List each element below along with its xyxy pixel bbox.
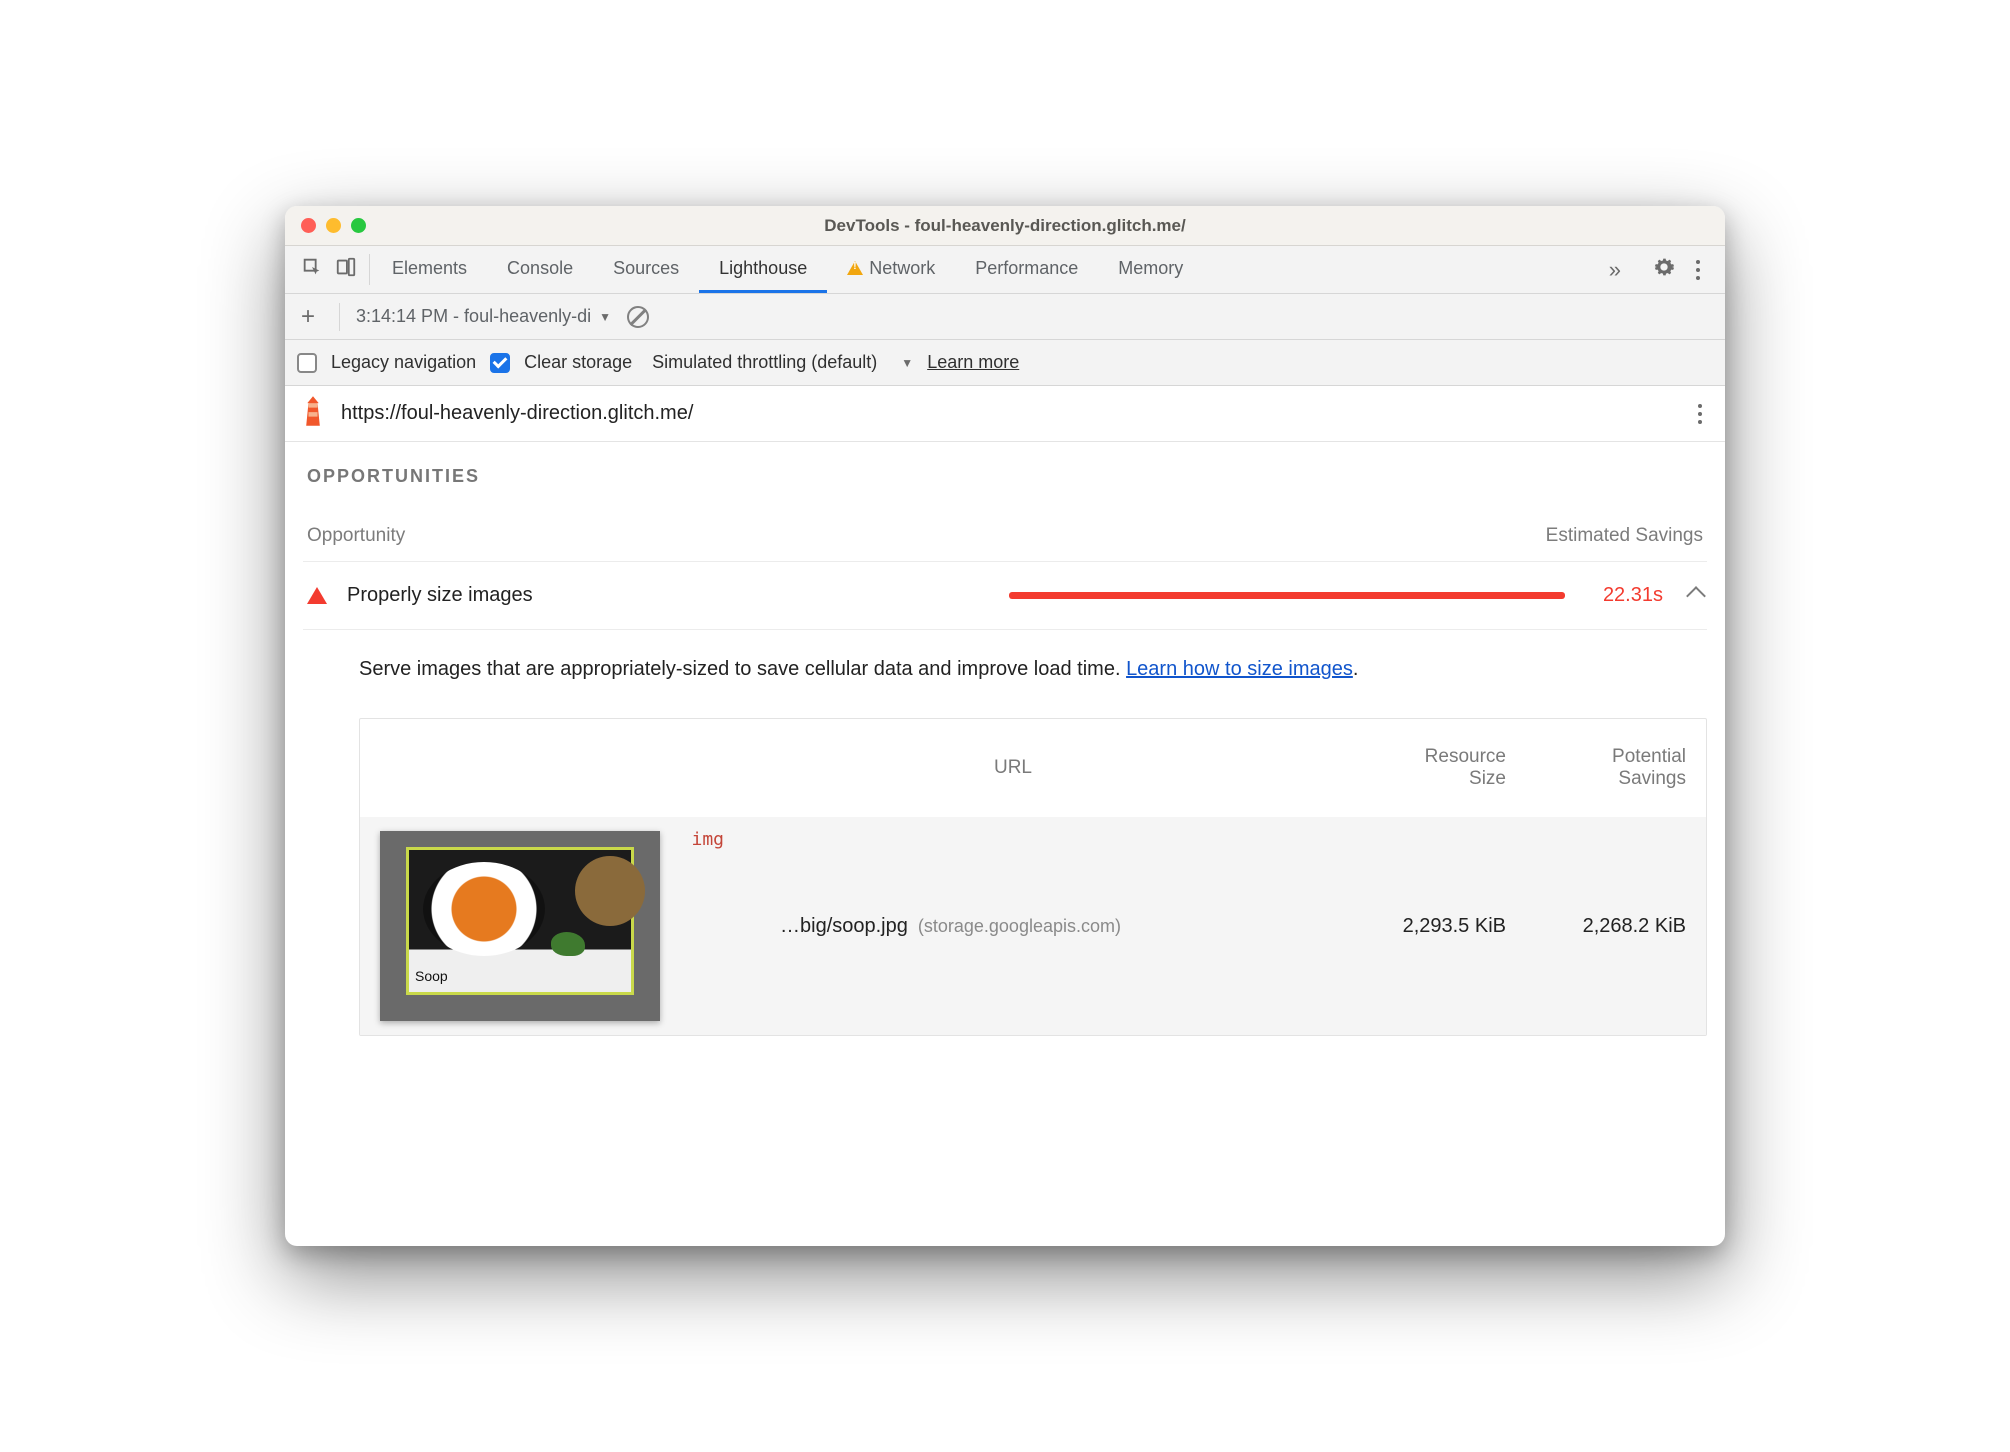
lighthouse-icon <box>299 394 327 433</box>
tab-label: Memory <box>1118 258 1183 279</box>
opportunities-heading: OPPORTUNITIES <box>303 456 1707 511</box>
report-url-bar: https://foul-heavenly-direction.glitch.m… <box>285 386 1725 442</box>
url-column-header: URL <box>680 747 1346 789</box>
savings-column-label: Estimated Savings <box>1546 525 1703 547</box>
tab-console[interactable]: Console <box>487 246 593 293</box>
divider <box>369 254 370 285</box>
resource-size-value: 2,293.5 KiB <box>1346 915 1526 938</box>
lighthouse-options: Legacy navigation Clear storage Simulate… <box>285 340 1725 386</box>
clear-icon <box>627 306 649 328</box>
header-line: Size <box>1366 768 1506 790</box>
tab-label: Elements <box>392 258 467 279</box>
thumbnail-content <box>575 856 645 926</box>
header-line: Savings <box>1546 768 1686 790</box>
thumbnail-caption: Soop <box>415 968 448 984</box>
resource-size-column-header: Resource Size <box>1346 736 1526 800</box>
throttling-dropdown[interactable]: ▼ <box>901 356 913 370</box>
element-highlight: Soop <box>406 847 634 995</box>
settings-icon[interactable] <box>1653 256 1675 283</box>
tab-performance[interactable]: Performance <box>955 246 1098 293</box>
tab-elements[interactable]: Elements <box>372 246 487 293</box>
tab-label: Network <box>869 258 935 279</box>
chevron-up-icon <box>1686 586 1706 606</box>
tab-network[interactable]: Network <box>827 246 955 293</box>
tab-sources[interactable]: Sources <box>593 246 699 293</box>
window-title: DevTools - foul-heavenly-direction.glitc… <box>285 216 1725 236</box>
thumbnail-cell: Soop img <box>360 831 680 1021</box>
opportunity-column-label: Opportunity <box>307 525 405 547</box>
report-menu-icon[interactable] <box>1689 404 1711 424</box>
legacy-navigation-checkbox[interactable] <box>297 353 317 373</box>
devtools-window: DevTools - foul-heavenly-direction.glitc… <box>285 206 1725 1246</box>
savings-time-value: 22.31s <box>1603 584 1663 607</box>
dropdown-arrow-icon: ▼ <box>599 310 611 324</box>
potential-savings-value: 2,268.2 KiB <box>1526 915 1706 938</box>
savings-bar <box>1009 592 1565 599</box>
learn-how-link[interactable]: Learn how to size images <box>1126 658 1353 680</box>
inspect-element-icon[interactable] <box>301 256 323 283</box>
opportunity-table: URL Resource Size Potential Savings <box>359 718 1707 1036</box>
more-menu-icon[interactable] <box>1687 260 1709 280</box>
header-line: Resource <box>1366 746 1506 768</box>
opportunity-properly-size-images[interactable]: Properly size images 22.31s <box>303 561 1707 630</box>
new-report-button[interactable]: + <box>293 302 323 332</box>
titlebar: DevTools - foul-heavenly-direction.glitc… <box>285 206 1725 246</box>
clear-storage-label: Clear storage <box>524 352 632 373</box>
throttling-label: Simulated throttling (default) <box>652 352 877 373</box>
table-row: Soop img …big/soop.jpg (storage.googleap… <box>360 817 1706 1035</box>
tab-label: Lighthouse <box>719 258 807 279</box>
thumbnail-content <box>551 932 585 956</box>
opportunity-description: Serve images that are appropriately-size… <box>303 630 1707 708</box>
panel-tabs: Elements Console Sources Lighthouse Netw… <box>372 246 1203 293</box>
warning-icon <box>847 261 863 275</box>
description-text: Serve images that are appropriately-size… <box>359 658 1126 680</box>
report-select[interactable]: 3:14:14 PM - foul-heavenly-di ▼ <box>356 306 611 327</box>
resource-host: (storage.googleapis.com) <box>918 916 1121 937</box>
potential-savings-column-header: Potential Savings <box>1526 736 1706 800</box>
more-tabs-icon[interactable]: » <box>1609 257 1616 283</box>
lighthouse-toolbar: + 3:14:14 PM - foul-heavenly-di ▼ <box>285 294 1725 340</box>
devtools-tabbar: Elements Console Sources Lighthouse Netw… <box>285 246 1725 294</box>
description-period: . <box>1353 658 1359 680</box>
tab-label: Sources <box>613 258 679 279</box>
report-url-text: https://foul-heavenly-direction.glitch.m… <box>341 402 1675 425</box>
legacy-navigation-label: Legacy navigation <box>331 352 476 373</box>
report-body: OPPORTUNITIES Opportunity Estimated Savi… <box>285 442 1725 1246</box>
resource-name[interactable]: …big/soop.jpg <box>780 915 908 938</box>
tab-lighthouse[interactable]: Lighthouse <box>699 246 827 293</box>
opportunities-header-row: Opportunity Estimated Savings <box>303 511 1707 561</box>
tab-label: Console <box>507 258 573 279</box>
clear-reports-button[interactable] <box>627 306 649 328</box>
fail-triangle-icon <box>307 587 327 604</box>
report-select-label: 3:14:14 PM - foul-heavenly-di <box>356 306 591 327</box>
clear-storage-checkbox[interactable] <box>490 353 510 373</box>
thumbnail-content <box>423 862 545 956</box>
tab-label: Performance <box>975 258 1078 279</box>
divider <box>339 303 340 331</box>
table-header-row: URL Resource Size Potential Savings <box>360 719 1706 817</box>
header-line: Potential <box>1546 746 1686 768</box>
opportunity-title: Properly size images <box>347 584 989 607</box>
learn-more-link[interactable]: Learn more <box>927 352 1019 373</box>
tab-memory[interactable]: Memory <box>1098 246 1203 293</box>
device-toggle-icon[interactable] <box>335 256 357 283</box>
element-tag-label: img <box>691 829 724 850</box>
element-thumbnail[interactable]: Soop img <box>380 831 660 1021</box>
url-cell: …big/soop.jpg (storage.googleapis.com) <box>680 915 1346 938</box>
